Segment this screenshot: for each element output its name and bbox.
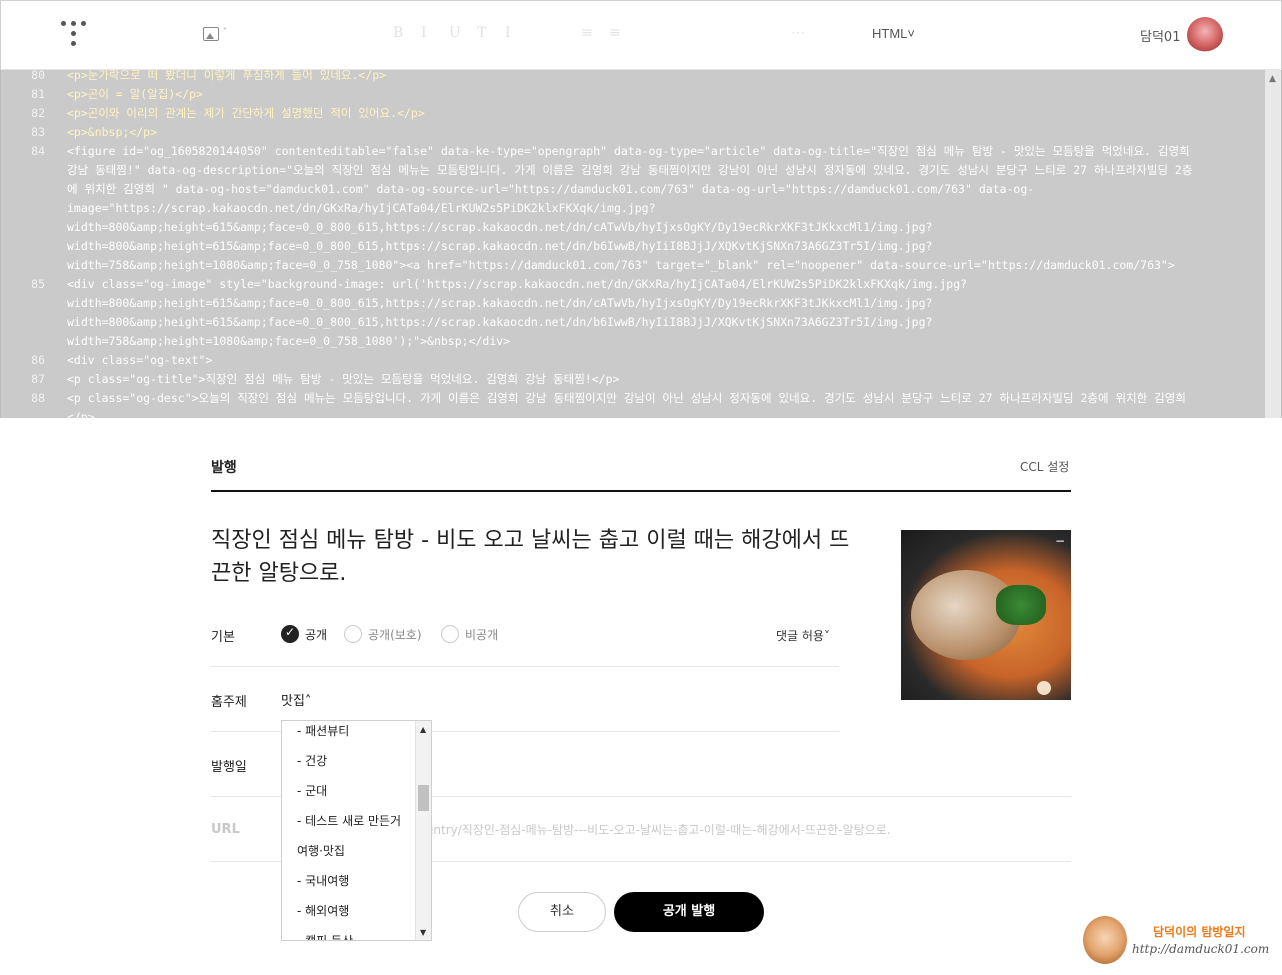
line-content: <p class="og-desc">오늘의 직장인 점심 메뉴는 모듬탕입니다… <box>67 391 1186 418</box>
radio-public-label[interactable]: 공개 <box>305 626 327 643</box>
line-content: <p>곤이 = 알(알집)</p> <box>67 87 203 101</box>
italic-tool[interactable]: I <box>421 25 427 41</box>
line-number: 84 <box>31 144 45 158</box>
list-tool[interactable]: ≡ <box>609 25 621 41</box>
radio-protected-label[interactable]: 공개(보호) <box>368 626 422 643</box>
list-item[interactable]: - 캠핑·등산 <box>297 932 353 940</box>
line-content: <p>곤이와 이리의 관계는 제가 간단하게 설명했던 적이 있어요.</p> <box>67 106 425 120</box>
italic-alt-tool[interactable]: I <box>505 25 511 41</box>
editor-toolbar: ˅ B I U T I ≡ ≡ ⋯ HTML˅ 담덕01 <box>0 0 1282 70</box>
url-label: URL <box>211 822 240 837</box>
food-photo-garnish <box>996 585 1046 625</box>
home-topic-label: 홈주제 <box>211 695 247 710</box>
line-number: 82 <box>31 106 45 120</box>
publish-date-label: 발행일 <box>211 760 247 775</box>
scrollbar-thumb[interactable] <box>418 785 429 811</box>
username[interactable]: 담덕01 <box>1140 26 1180 45</box>
line-number: 86 <box>31 353 45 367</box>
watermark-title: 담덕이의 탐방일지 <box>1153 925 1246 939</box>
image-caret-icon[interactable]: ˅ <box>223 27 227 36</box>
bold-tool[interactable]: B <box>393 25 403 41</box>
list-item[interactable]: - 테스트 새로 만든거 <box>297 812 401 829</box>
avatar[interactable] <box>1187 17 1223 53</box>
list-item[interactable]: 여행·맛집 <box>297 842 345 859</box>
scroll-up-icon[interactable]: ▲ <box>420 725 426 734</box>
row-divider <box>211 666 839 667</box>
topic-dropdown-list[interactable]: - 패션뷰티 - 건강 - 군대 - 테스트 새로 만든거 여행·맛집 - 국내… <box>281 720 432 941</box>
scroll-up-icon[interactable]: ▲ <box>1269 74 1276 84</box>
more-tool[interactable]: ⋯ <box>791 25 805 41</box>
line-content: <p>&nbsp;</p> <box>67 125 158 139</box>
code-scrollbar[interactable]: ▲ <box>1265 70 1281 418</box>
dropdown-scrollbar[interactable]: ▲ ▼ <box>415 721 431 940</box>
post-title: 직장인 점심 메뉴 탐방 - 비도 오고 날씨는 춥고 이럴 때는 해강에서 뜨… <box>211 528 850 586</box>
list-item[interactable]: - 건강 <box>297 752 327 769</box>
cancel-button[interactable]: 취소 <box>518 892 606 932</box>
line-content: <div class="og-image" style="background-… <box>67 277 968 348</box>
publish-heading: 발행 <box>211 460 237 476</box>
html-mode-dropdown[interactable]: HTML˅ <box>872 26 915 41</box>
underline-tool[interactable]: U <box>449 25 461 41</box>
radio-private[interactable] <box>441 625 459 643</box>
line-number: 81 <box>31 87 45 101</box>
publish-button[interactable]: 공개 발행 <box>614 892 764 932</box>
line-number: 83 <box>31 125 45 139</box>
line-content: <div class="og-text"> <box>67 353 213 367</box>
list-item[interactable]: - 국내여행 <box>297 872 349 889</box>
comment-permission-dropdown[interactable]: 댓글 허용˅ <box>776 627 830 644</box>
line-content: <p>눈가락으로 떠 봤더니 이렇게 푸짐하게 들어 있네요.</p> <box>67 70 387 82</box>
remove-thumbnail-icon[interactable]: − <box>1055 534 1065 548</box>
image-icon[interactable] <box>203 27 219 41</box>
line-content: <figure id="og_1605820144050" contentedi… <box>67 144 1197 272</box>
line-number: 80 <box>31 70 45 82</box>
watermark-url: http://damduck01.com <box>1132 942 1270 956</box>
align-tool[interactable]: ≡ <box>581 25 593 41</box>
radio-protected[interactable] <box>344 625 362 643</box>
tistory-logo[interactable] <box>61 21 87 49</box>
html-code-editor[interactable]: 80 <p>눈가락으로 떠 봤더니 이렇게 푸짐하게 들어 있네요.</p> 8… <box>0 70 1282 418</box>
line-number: 88 <box>31 391 45 405</box>
scroll-down-icon[interactable]: ▼ <box>420 928 426 937</box>
watermark-face-logo <box>1083 916 1127 964</box>
list-item[interactable]: - 패션뷰티 <box>297 722 349 739</box>
thumbnail-image[interactable]: − <box>901 530 1071 700</box>
radio-public[interactable] <box>281 625 299 643</box>
watermark-stamp <box>1037 681 1051 695</box>
line-number: 87 <box>31 372 45 386</box>
list-item[interactable]: - 해외여행 <box>297 902 349 919</box>
heading-divider <box>211 490 1071 492</box>
text-color-tool[interactable]: T <box>477 25 486 41</box>
radio-private-label[interactable]: 비공개 <box>465 626 498 643</box>
ccl-settings-link[interactable]: CCL 설정 <box>1020 458 1069 475</box>
url-field[interactable]: entry/직장인-점심-메뉴-탐방---비도-오고-날씨는-춥고-이럴-때는-… <box>426 821 891 838</box>
line-content: <p class="og-title">직장인 점심 메뉴 탐방 - 맛있는 모… <box>67 372 620 386</box>
basic-label: 기본 <box>211 630 235 645</box>
home-topic-select[interactable]: 맛집˄ <box>281 690 311 709</box>
list-item[interactable]: - 군대 <box>297 782 327 799</box>
line-number: 85 <box>31 277 45 291</box>
